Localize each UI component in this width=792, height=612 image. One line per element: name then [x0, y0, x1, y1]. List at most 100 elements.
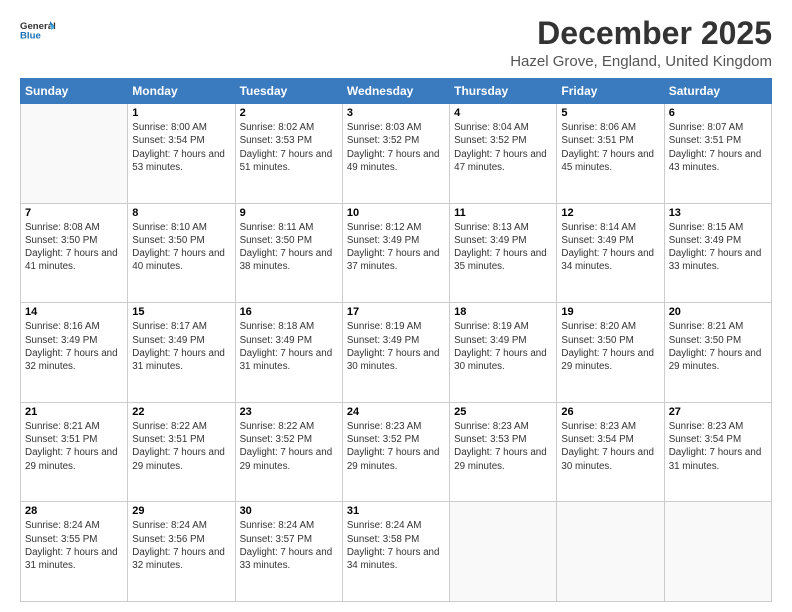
day-info: Sunrise: 8:18 AM Sunset: 3:49 PM Dayligh…: [240, 320, 338, 373]
logo-icon: General Blue: [20, 16, 56, 44]
sunset-text: Sunset: 3:54 PM: [132, 135, 204, 146]
month-title: December 2025: [510, 16, 772, 51]
sunrise-text: Sunrise: 8:13 AM: [454, 222, 529, 233]
day-info: Sunrise: 8:23 AM Sunset: 3:52 PM Dayligh…: [347, 420, 445, 473]
table-row: [557, 502, 664, 602]
daylight-text: Daylight: 7 hours and 31 minutes.: [669, 447, 762, 471]
table-row: 4 Sunrise: 8:04 AM Sunset: 3:52 PM Dayli…: [450, 104, 557, 204]
table-row: 8 Sunrise: 8:10 AM Sunset: 3:50 PM Dayli…: [128, 203, 235, 303]
sunset-text: Sunset: 3:57 PM: [240, 534, 312, 545]
col-saturday: Saturday: [664, 79, 771, 104]
day-info: Sunrise: 8:03 AM Sunset: 3:52 PM Dayligh…: [347, 121, 445, 174]
sunrise-text: Sunrise: 8:22 AM: [240, 421, 315, 432]
day-number: 10: [347, 207, 445, 219]
day-info: Sunrise: 8:24 AM Sunset: 3:57 PM Dayligh…: [240, 519, 338, 572]
table-row: 24 Sunrise: 8:23 AM Sunset: 3:52 PM Dayl…: [342, 402, 449, 502]
sunrise-text: Sunrise: 8:19 AM: [347, 321, 422, 332]
day-info: Sunrise: 8:07 AM Sunset: 3:51 PM Dayligh…: [669, 121, 767, 174]
sunset-text: Sunset: 3:49 PM: [240, 335, 312, 346]
sunrise-text: Sunrise: 8:10 AM: [132, 222, 207, 233]
table-row: 28 Sunrise: 8:24 AM Sunset: 3:55 PM Dayl…: [21, 502, 128, 602]
sunset-text: Sunset: 3:50 PM: [240, 235, 312, 246]
daylight-text: Daylight: 7 hours and 30 minutes.: [347, 348, 440, 372]
calendar-week-row: 1 Sunrise: 8:00 AM Sunset: 3:54 PM Dayli…: [21, 104, 772, 204]
day-number: 22: [132, 406, 230, 418]
sunset-text: Sunset: 3:49 PM: [669, 235, 741, 246]
sunrise-text: Sunrise: 8:18 AM: [240, 321, 315, 332]
day-number: 8: [132, 207, 230, 219]
daylight-text: Daylight: 7 hours and 34 minutes.: [347, 547, 440, 571]
day-info: Sunrise: 8:24 AM Sunset: 3:55 PM Dayligh…: [25, 519, 123, 572]
day-info: Sunrise: 8:24 AM Sunset: 3:58 PM Dayligh…: [347, 519, 445, 572]
sunrise-text: Sunrise: 8:04 AM: [454, 122, 529, 133]
table-row: 16 Sunrise: 8:18 AM Sunset: 3:49 PM Dayl…: [235, 303, 342, 403]
day-number: 21: [25, 406, 123, 418]
sunset-text: Sunset: 3:51 PM: [25, 434, 97, 445]
sunrise-text: Sunrise: 8:23 AM: [347, 421, 422, 432]
sunrise-text: Sunrise: 8:02 AM: [240, 122, 315, 133]
day-number: 9: [240, 207, 338, 219]
daylight-text: Daylight: 7 hours and 53 minutes.: [132, 149, 225, 173]
sunrise-text: Sunrise: 8:24 AM: [347, 520, 422, 531]
sunset-text: Sunset: 3:52 PM: [347, 135, 419, 146]
calendar-table: Sunday Monday Tuesday Wednesday Thursday…: [20, 78, 772, 602]
table-row: 20 Sunrise: 8:21 AM Sunset: 3:50 PM Dayl…: [664, 303, 771, 403]
day-info: Sunrise: 8:08 AM Sunset: 3:50 PM Dayligh…: [25, 221, 123, 274]
day-info: Sunrise: 8:21 AM Sunset: 3:51 PM Dayligh…: [25, 420, 123, 473]
day-number: 4: [454, 107, 552, 119]
table-row: 21 Sunrise: 8:21 AM Sunset: 3:51 PM Dayl…: [21, 402, 128, 502]
sunrise-text: Sunrise: 8:16 AM: [25, 321, 100, 332]
table-row: 9 Sunrise: 8:11 AM Sunset: 3:50 PM Dayli…: [235, 203, 342, 303]
col-wednesday: Wednesday: [342, 79, 449, 104]
page: General Blue December 2025 Hazel Grove, …: [0, 0, 792, 612]
daylight-text: Daylight: 7 hours and 31 minutes.: [25, 547, 118, 571]
daylight-text: Daylight: 7 hours and 32 minutes.: [25, 348, 118, 372]
day-info: Sunrise: 8:24 AM Sunset: 3:56 PM Dayligh…: [132, 519, 230, 572]
sunset-text: Sunset: 3:52 PM: [240, 434, 312, 445]
sunrise-text: Sunrise: 8:24 AM: [25, 520, 100, 531]
sunrise-text: Sunrise: 8:23 AM: [669, 421, 744, 432]
table-row: 5 Sunrise: 8:06 AM Sunset: 3:51 PM Dayli…: [557, 104, 664, 204]
day-info: Sunrise: 8:21 AM Sunset: 3:50 PM Dayligh…: [669, 320, 767, 373]
day-number: 3: [347, 107, 445, 119]
day-number: 29: [132, 505, 230, 517]
sunrise-text: Sunrise: 8:17 AM: [132, 321, 207, 332]
sunrise-text: Sunrise: 8:15 AM: [669, 222, 744, 233]
day-number: 7: [25, 207, 123, 219]
daylight-text: Daylight: 7 hours and 33 minutes.: [240, 547, 333, 571]
day-info: Sunrise: 8:23 AM Sunset: 3:54 PM Dayligh…: [669, 420, 767, 473]
day-info: Sunrise: 8:22 AM Sunset: 3:51 PM Dayligh…: [132, 420, 230, 473]
sunset-text: Sunset: 3:49 PM: [347, 235, 419, 246]
day-number: 5: [561, 107, 659, 119]
table-row: 25 Sunrise: 8:23 AM Sunset: 3:53 PM Dayl…: [450, 402, 557, 502]
table-row: [21, 104, 128, 204]
daylight-text: Daylight: 7 hours and 29 minutes.: [240, 447, 333, 471]
calendar-header-row: Sunday Monday Tuesday Wednesday Thursday…: [21, 79, 772, 104]
table-row: 23 Sunrise: 8:22 AM Sunset: 3:52 PM Dayl…: [235, 402, 342, 502]
col-thursday: Thursday: [450, 79, 557, 104]
table-row: 2 Sunrise: 8:02 AM Sunset: 3:53 PM Dayli…: [235, 104, 342, 204]
table-row: 31 Sunrise: 8:24 AM Sunset: 3:58 PM Dayl…: [342, 502, 449, 602]
day-info: Sunrise: 8:22 AM Sunset: 3:52 PM Dayligh…: [240, 420, 338, 473]
sunset-text: Sunset: 3:51 PM: [669, 135, 741, 146]
day-number: 6: [669, 107, 767, 119]
table-row: 29 Sunrise: 8:24 AM Sunset: 3:56 PM Dayl…: [128, 502, 235, 602]
daylight-text: Daylight: 7 hours and 51 minutes.: [240, 149, 333, 173]
sunrise-text: Sunrise: 8:06 AM: [561, 122, 636, 133]
sunset-text: Sunset: 3:49 PM: [347, 335, 419, 346]
day-number: 16: [240, 306, 338, 318]
daylight-text: Daylight: 7 hours and 33 minutes.: [669, 248, 762, 272]
day-info: Sunrise: 8:17 AM Sunset: 3:49 PM Dayligh…: [132, 320, 230, 373]
daylight-text: Daylight: 7 hours and 41 minutes.: [25, 248, 118, 272]
daylight-text: Daylight: 7 hours and 29 minutes.: [669, 348, 762, 372]
day-number: 28: [25, 505, 123, 517]
table-row: 6 Sunrise: 8:07 AM Sunset: 3:51 PM Dayli…: [664, 104, 771, 204]
col-monday: Monday: [128, 79, 235, 104]
day-info: Sunrise: 8:23 AM Sunset: 3:54 PM Dayligh…: [561, 420, 659, 473]
day-info: Sunrise: 8:19 AM Sunset: 3:49 PM Dayligh…: [347, 320, 445, 373]
sunrise-text: Sunrise: 8:21 AM: [669, 321, 744, 332]
daylight-text: Daylight: 7 hours and 29 minutes.: [25, 447, 118, 471]
sunset-text: Sunset: 3:50 PM: [669, 335, 741, 346]
daylight-text: Daylight: 7 hours and 49 minutes.: [347, 149, 440, 173]
day-number: 24: [347, 406, 445, 418]
